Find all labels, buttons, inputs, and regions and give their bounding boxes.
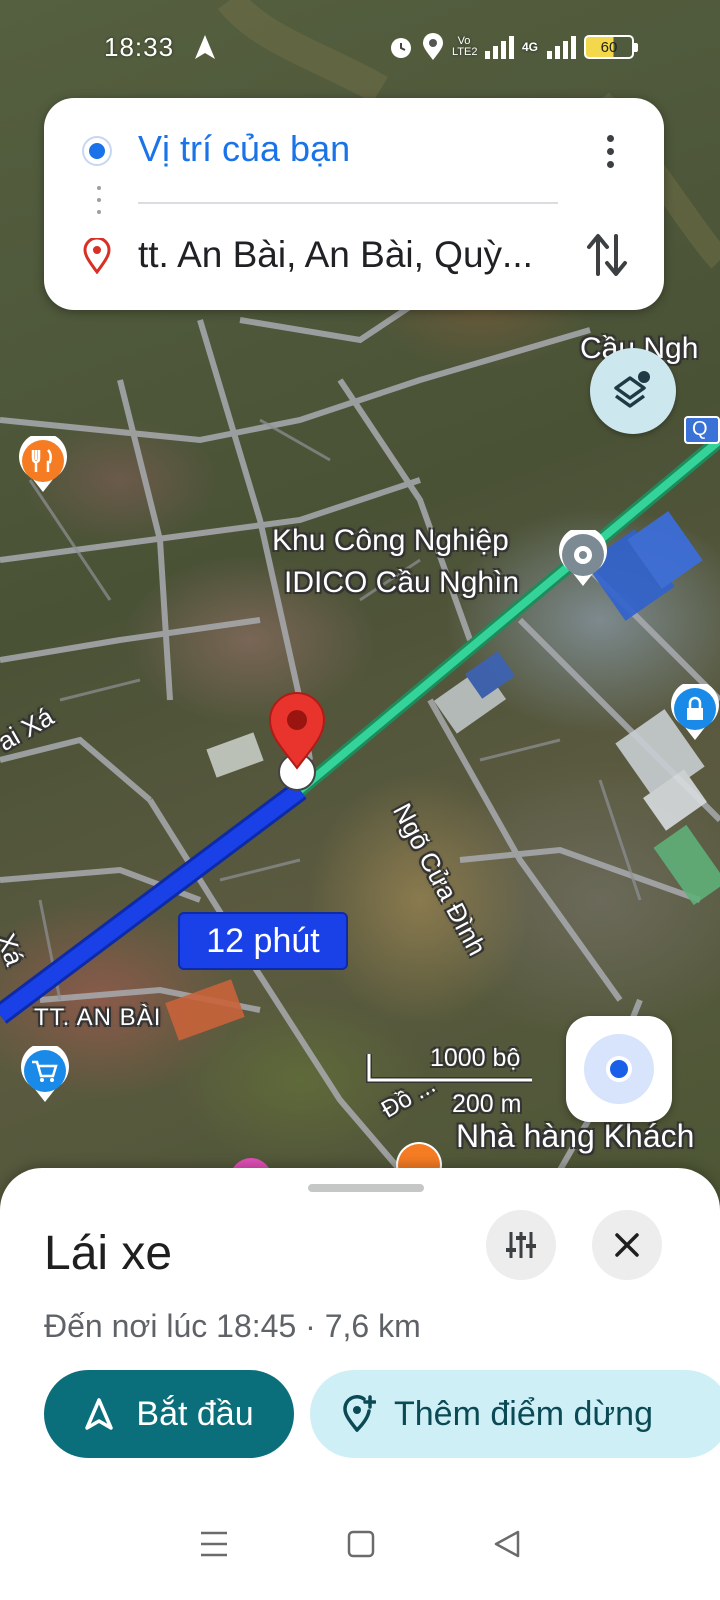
destination-pin-icon: [83, 238, 111, 274]
route-options-button[interactable]: [486, 1210, 556, 1280]
scale-metric-label: 200 m: [452, 1090, 522, 1118]
tune-icon: [506, 1232, 536, 1258]
add-location-icon: [343, 1395, 376, 1432]
map-scale-bar: 1000 bộ 200 m: [366, 1044, 536, 1124]
system-navigation-bar: [0, 1488, 720, 1600]
route-card: Vị trí của bạn tt. An Bài, An Bài, Quỳ..…: [44, 98, 664, 310]
battery-level: 60: [600, 38, 618, 56]
travel-mode-title: Lái xe: [44, 1227, 173, 1280]
add-stop-button[interactable]: Thêm điểm dừng: [310, 1370, 720, 1458]
signal-2-icon: [547, 36, 577, 59]
start-navigation-button[interactable]: Bắt đầu: [44, 1370, 294, 1458]
divider: [138, 202, 558, 204]
layers-icon: [614, 371, 650, 408]
back-icon[interactable]: [492, 1529, 522, 1559]
origin-field[interactable]: Vị trí của bạn: [138, 128, 350, 170]
my-location-button[interactable]: [566, 1016, 672, 1122]
close-button[interactable]: [592, 1210, 662, 1280]
route-connector-icon: [96, 186, 102, 222]
network-type: 4G: [522, 40, 539, 54]
network-label: Vo LTE2: [452, 35, 478, 58]
battery-icon: 60: [584, 35, 639, 59]
drag-handle[interactable]: [308, 1184, 424, 1192]
close-icon: [615, 1233, 639, 1257]
arrival-info: Đến nơi lúc 18:45 · 7,6 km: [44, 1308, 421, 1344]
status-time: 18:33: [104, 32, 175, 62]
swap-vert-icon[interactable]: [584, 230, 630, 280]
menu-icon[interactable]: [198, 1529, 230, 1559]
highway-shield-icon: Q: [684, 416, 720, 444]
map-label-town: TT. AN BÀI: [34, 1004, 162, 1031]
signal-icon: [485, 36, 514, 59]
add-stop-label: Thêm điểm dừng: [394, 1394, 653, 1433]
destination-marker-icon[interactable]: [262, 690, 332, 800]
more-options-button[interactable]: [592, 128, 628, 174]
start-button-label: Bắt đầu: [136, 1394, 254, 1433]
alarm-icon: [391, 38, 411, 58]
shopping-cart-poi-icon[interactable]: [20, 1046, 70, 1104]
restaurant-poi-icon[interactable]: [18, 436, 68, 494]
origin-dot-icon: [84, 138, 110, 164]
location-icon: [423, 33, 443, 60]
home-icon[interactable]: [346, 1529, 376, 1559]
status-bar: 18:33 Vo LTE2 4G 60: [0, 0, 720, 96]
lock-poi-icon[interactable]: [670, 684, 720, 742]
map-label-industrial-park-1: Khu Công Nghiệp: [272, 524, 509, 557]
route-duration-badge[interactable]: 12 phút: [178, 912, 348, 970]
scale-imperial-label: 1000 bộ: [430, 1044, 521, 1072]
map-label-industrial-park-2: IDICO Cầu Nghìn: [284, 566, 520, 599]
navigation-arrow-icon: [195, 35, 215, 59]
destination-field[interactable]: tt. An Bài, An Bài, Quỳ...: [138, 234, 568, 276]
my-location-icon: [584, 1034, 654, 1104]
start-navigation-icon: [85, 1398, 114, 1430]
place-poi-icon[interactable]: [558, 530, 608, 588]
status-icons: Vo LTE2 4G 60: [388, 32, 639, 62]
layers-button[interactable]: [590, 348, 676, 434]
